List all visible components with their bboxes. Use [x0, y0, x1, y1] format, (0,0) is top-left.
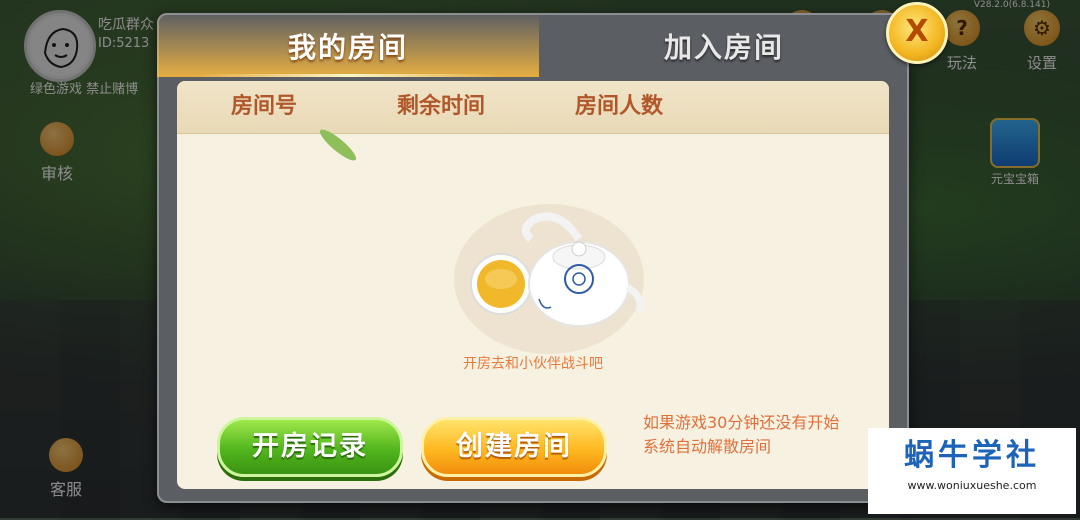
- auto-dissolve-notice: 如果游戏30分钟还没有开始 系统自动解散房间: [643, 411, 883, 459]
- tab-my-room[interactable]: 我的房间: [157, 13, 539, 77]
- watermark-url: www.woniuxueshe.com: [907, 479, 1037, 492]
- close-icon[interactable]: X: [886, 2, 948, 64]
- empty-room-message: 开房去和小伙伴战斗吧: [463, 356, 603, 372]
- room-dialog: 我的房间 加入房间 房间号 剩余时间 房间人数 开房去和小伙伴战斗吧 开房记录 …: [157, 13, 909, 503]
- watermark-title: 蜗牛学社: [904, 438, 1040, 473]
- column-room-number: 房间号: [231, 94, 298, 119]
- room-records-button[interactable]: 开房记录: [217, 417, 403, 477]
- watermark-logo: 蜗牛学社 www.woniuxueshe.com: [868, 428, 1076, 514]
- tab-join-room[interactable]: 加入房间: [539, 13, 909, 77]
- room-list-panel: 房间号 剩余时间 房间人数 开房去和小伙伴战斗吧 开房记录 创建房间 如果游戏3…: [177, 81, 889, 489]
- create-room-button[interactable]: 创建房间: [421, 417, 607, 477]
- room-list-header: 房间号 剩余时间 房间人数: [177, 81, 889, 134]
- column-time-left: 剩余时间: [397, 94, 486, 119]
- teapot-illustration: [454, 204, 644, 354]
- notice-line-2: 系统自动解散房间: [643, 437, 772, 456]
- column-player-count: 房间人数: [575, 94, 664, 119]
- notice-line-1: 如果游戏30分钟还没有开始: [643, 413, 840, 432]
